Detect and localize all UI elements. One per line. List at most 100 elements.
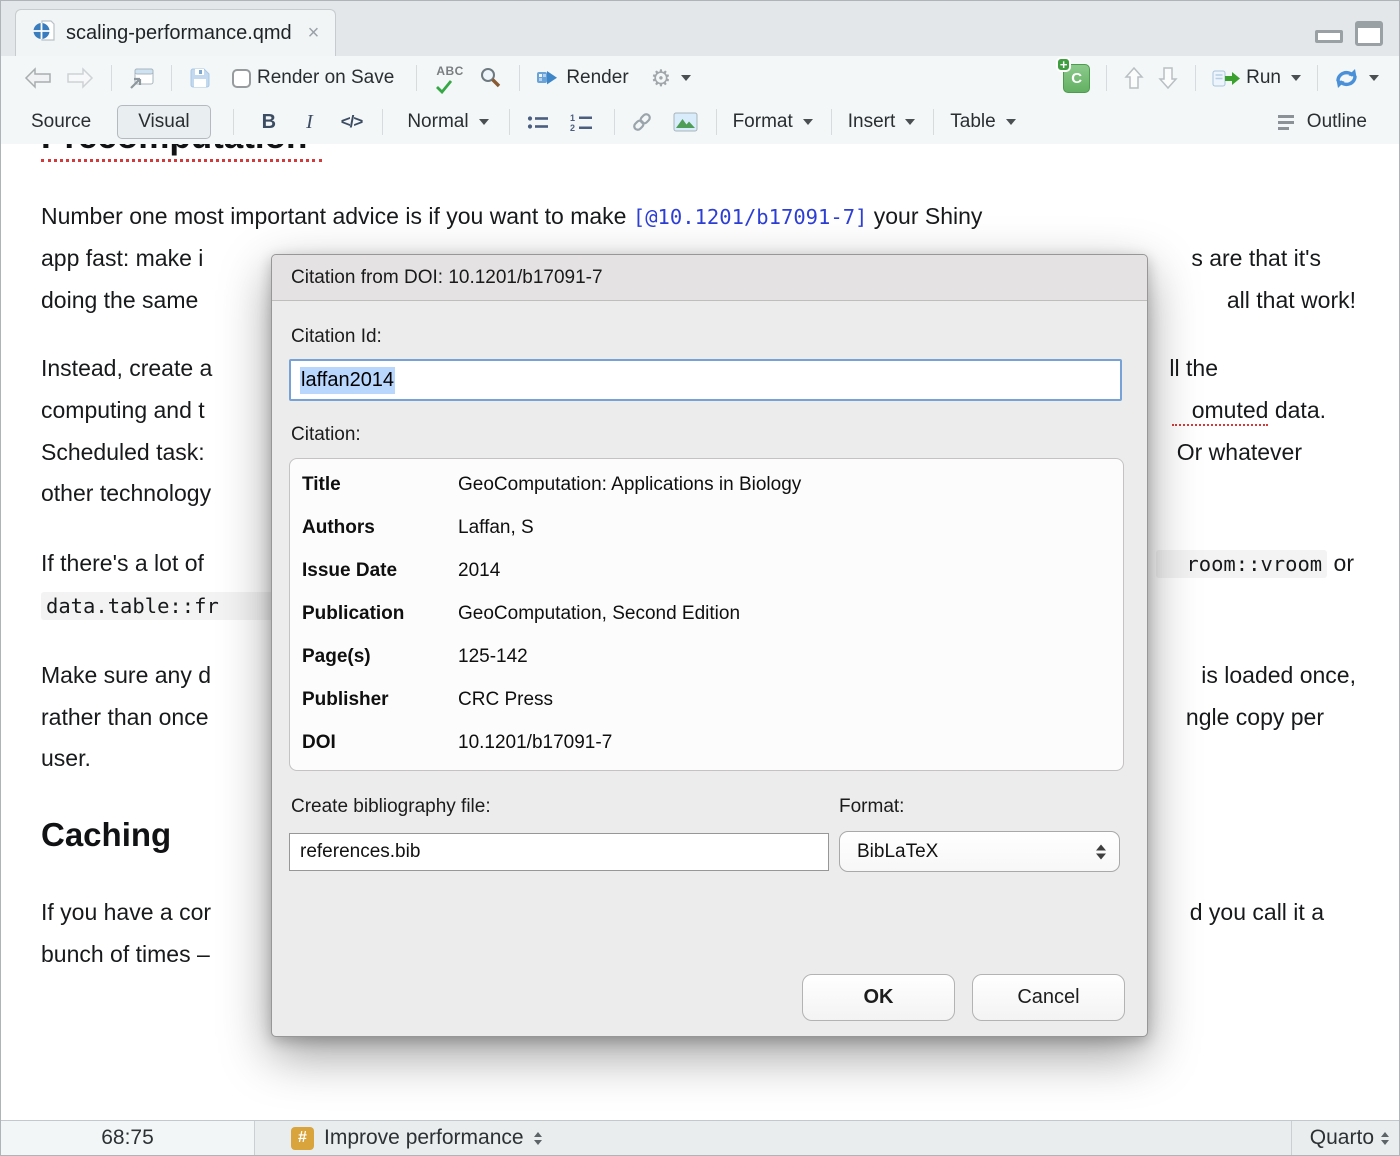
open-in-new-window-button[interactable]	[122, 63, 161, 94]
doc-line: Or whatever	[1177, 439, 1302, 466]
table-menu[interactable]: Table	[944, 107, 1021, 137]
doc-line: data.table::fr	[41, 592, 289, 619]
heading-hash-icon: #	[291, 1127, 314, 1150]
citation-field-row: Page(s)125-142	[302, 646, 1123, 689]
citation-field-row: TitleGeoComputation: Applications in Bio…	[302, 474, 1123, 517]
source-mode-button[interactable]: Source	[31, 111, 91, 133]
spellcheck-button[interactable]: ABC	[427, 60, 473, 96]
render-options-button[interactable]: ⚙	[645, 63, 698, 94]
save-button[interactable]	[182, 62, 218, 94]
citation-dialog: Citation from DOI: 10.1201/b17091-7 Cita…	[271, 254, 1148, 1037]
maximize-icon[interactable]	[1355, 21, 1383, 46]
outline-icon	[1278, 115, 1294, 130]
insert-chunk-button[interactable]: C +	[1057, 60, 1096, 97]
run-button[interactable]: Run	[1206, 63, 1307, 93]
editor-tab-bar: scaling-performance.qmd ×	[1, 1, 1399, 56]
bullet-list-button[interactable]	[520, 110, 556, 135]
doc-line: omuted data.	[1172, 397, 1326, 424]
quarto-file-icon	[32, 19, 56, 48]
format-menu[interactable]: Format	[727, 107, 819, 137]
italic-icon: I	[306, 111, 313, 134]
separator	[416, 65, 417, 91]
numbered-list-button[interactable]: 1 2	[564, 109, 600, 136]
dialog-title-bar[interactable]: Citation from DOI: 10.1201/b17091-7	[272, 255, 1147, 301]
minimize-icon[interactable]	[1315, 30, 1343, 43]
code-format-button[interactable]: </>	[335, 108, 369, 136]
spellcheck-underline	[41, 159, 322, 162]
doc-line: ll the	[1169, 355, 1218, 382]
heading-caching: Caching	[41, 816, 171, 854]
bibliography-file-label: Create bibliography file:	[291, 796, 491, 818]
popout-window-icon	[128, 67, 155, 90]
insert-image-button[interactable]	[667, 108, 704, 136]
doc-line: is loaded once,	[1201, 662, 1356, 689]
citation-field-row: AuthorsLaffan, S	[302, 517, 1123, 560]
citation-field-row: PublicationGeoComputation, Second Editio…	[302, 603, 1123, 646]
format-select[interactable]: BibLaTeX	[839, 831, 1120, 872]
source-document-button[interactable]	[1328, 63, 1385, 94]
forward-button[interactable]	[59, 63, 101, 93]
back-button[interactable]	[17, 63, 59, 93]
doc-line: Make sure any d	[41, 662, 211, 689]
ok-button[interactable]: OK	[802, 974, 955, 1021]
find-button[interactable]	[473, 62, 509, 94]
section-navigator[interactable]: # Improve performance	[291, 1121, 542, 1155]
inline-code: room::vroom	[1156, 550, 1327, 578]
citation-id-input[interactable]: laffan2014	[289, 359, 1122, 401]
bibliography-file-input[interactable]	[289, 833, 829, 871]
arrow-up-icon	[1123, 65, 1145, 91]
doc-line: Instead, create a	[41, 355, 212, 382]
inline-code: data.table::fr	[41, 592, 289, 620]
render-button[interactable]: Render	[530, 63, 634, 93]
doc-line: If you have a cor	[41, 899, 211, 926]
spellcheck-abc-icon: ABC	[433, 64, 467, 92]
separator	[1195, 65, 1196, 91]
sync-icon	[1334, 67, 1359, 90]
doc-line: Number one most important advice is if y…	[41, 203, 982, 230]
italic-button[interactable]: I	[300, 107, 319, 138]
separator	[233, 109, 234, 135]
citation-field-row: DOI10.1201/b17091-7	[302, 732, 1123, 775]
run-previous-chunks-button[interactable]	[1117, 61, 1151, 95]
tab-filename: scaling-performance.qmd	[66, 22, 292, 45]
window-controls	[1315, 21, 1383, 46]
citation-inline-code[interactable]: [@10.1201/b17091-7]	[633, 205, 868, 229]
doc-line: bunch of times –	[41, 941, 210, 968]
checkbox-icon[interactable]	[232, 69, 251, 88]
code-chunk-icon: C +	[1063, 64, 1090, 93]
run-icon	[1212, 69, 1240, 88]
paragraph-style-dropdown[interactable]: Normal	[401, 107, 494, 137]
selected-text: laffan2014	[300, 367, 395, 394]
status-bar: 68:75 # Improve performance Quarto	[1, 1120, 1399, 1155]
chevron-down-icon	[681, 75, 691, 81]
chevron-down-icon	[803, 119, 813, 125]
numbered-list-icon: 1 2	[570, 113, 594, 132]
visual-mode-button[interactable]: Visual	[117, 105, 210, 139]
cursor-position[interactable]: 68:75	[1, 1121, 255, 1155]
separator	[519, 65, 520, 91]
insert-link-button[interactable]	[625, 107, 659, 137]
citation-details-panel: TitleGeoComputation: Applications in Bio…	[289, 458, 1124, 771]
render-on-save-checkbox[interactable]: Render on Save	[226, 63, 400, 93]
search-icon	[479, 66, 503, 90]
doc-line: computing and t	[41, 397, 205, 424]
doc-line: all that work!	[1227, 287, 1356, 314]
select-arrows-icon	[1096, 844, 1106, 859]
cancel-button[interactable]: Cancel	[972, 974, 1125, 1021]
separator	[111, 65, 112, 91]
chevron-down-icon	[1291, 75, 1301, 81]
outline-toggle-button[interactable]: Outline	[1272, 107, 1373, 137]
editor-tab[interactable]: scaling-performance.qmd ×	[15, 9, 336, 56]
document-mode-selector[interactable]: Quarto	[1291, 1121, 1399, 1155]
render-on-save-label: Render on Save	[257, 67, 394, 89]
mode-arrows-icon	[1381, 1132, 1389, 1145]
bold-button[interactable]: B	[256, 107, 282, 138]
doc-line: app fast: make i	[41, 245, 203, 272]
arrow-down-icon	[1157, 65, 1179, 91]
tab-close-icon[interactable]: ×	[308, 22, 320, 45]
gear-icon: ⚙	[651, 67, 672, 90]
insert-menu[interactable]: Insert	[842, 107, 922, 137]
run-next-chunk-button[interactable]	[1151, 61, 1185, 95]
separator	[1106, 65, 1107, 91]
mode-name: Quarto	[1310, 1126, 1374, 1150]
